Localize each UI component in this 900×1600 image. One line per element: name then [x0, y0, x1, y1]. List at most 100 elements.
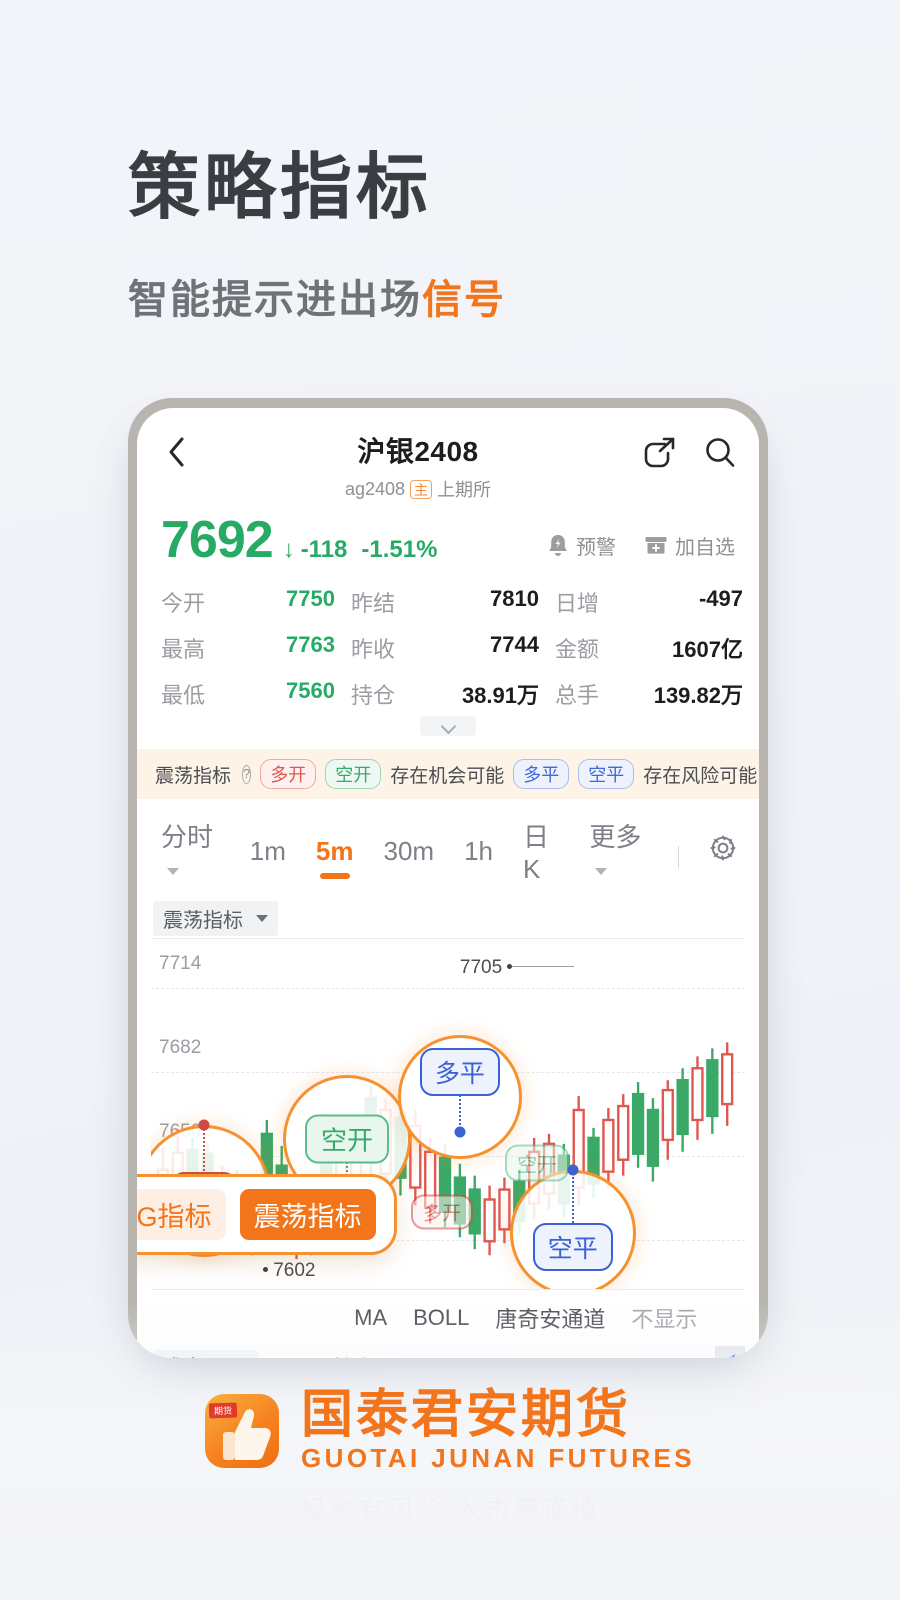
signal-connector: [571, 1170, 574, 1226]
risk-text: 存在风险可能: [643, 765, 758, 787]
instrument-code: ag2408: [344, 478, 406, 499]
quote-expand-button[interactable]: [137, 710, 759, 749]
quote-label: 昨收: [351, 637, 396, 662]
signal-open-short[interactable]: 空开: [305, 1114, 390, 1163]
indicator-none[interactable]: 不显示: [631, 1302, 697, 1334]
banner-title: 震荡指标: [155, 765, 232, 787]
add-watchlist-label: 加自选: [675, 536, 735, 559]
quote-actions: 预警 加自选: [547, 531, 735, 560]
signal-banner: 震荡指标 ? 多开 空开 存在机会可能 多平 空平 存在风险可能 ✕: [137, 749, 759, 799]
tag-close-short: 空平: [578, 759, 635, 789]
volume-selector[interactable]: 成交量: [153, 1350, 258, 1358]
instrument-meta: ag2408 主 上期所: [193, 476, 643, 502]
nav-actions: [643, 430, 737, 475]
chevron-down-icon: [420, 716, 476, 736]
bell-icon: [549, 535, 567, 556]
timeframe-tabs: 分时 1m 5m 30m 1h 日K 更多: [137, 799, 759, 897]
chart-indicator-selector[interactable]: 震荡指标: [153, 901, 278, 936]
quote-label: 最高: [161, 637, 206, 662]
tab-daily[interactable]: 日K: [523, 817, 559, 897]
quote-label: 总手: [555, 683, 600, 708]
page-title: 策略指标: [128, 148, 433, 228]
quote-value: 7763: [286, 632, 335, 657]
alert-button[interactable]: 预警: [547, 531, 616, 560]
search-button[interactable]: [703, 436, 737, 475]
chevron-down-icon: [595, 867, 608, 875]
tab-5m[interactable]: 5m: [316, 836, 354, 879]
promo-subtitle-text: 智能提示进出场: [128, 277, 422, 322]
tab-1m[interactable]: 1m: [250, 836, 286, 879]
chart-indicator-label: 震荡指标: [163, 910, 243, 932]
disclaimer-text: 投资有风险 入市需谨慎: [300, 1496, 600, 1526]
quote-value: 7750: [286, 586, 335, 611]
quote-label: 金额: [555, 637, 600, 662]
divider: [678, 846, 679, 868]
gear-icon: [710, 835, 736, 860]
last-price: 7692: [161, 511, 274, 569]
brand-name-en: GUOTAI JUNAN FUTURES: [301, 1443, 695, 1473]
quote-value: 1607亿: [672, 637, 743, 662]
quote-value: -497: [698, 586, 743, 611]
callout-chip-oscillation[interactable]: 震荡指标: [239, 1189, 376, 1240]
price-change: -118: [300, 536, 348, 563]
tab-fenshi[interactable]: 分时: [161, 817, 220, 897]
quote-grid: 今开 7750 昨结 7810 日增 -497 最高 7763 昨收 7744 …: [137, 566, 759, 710]
chart-scroll-left-button[interactable]: [715, 1346, 745, 1358]
quote-value: 7744: [490, 632, 539, 657]
brand-logo: 期货 国泰君安期货 GUOTAI JUNAN FUTURES: [0, 1385, 900, 1474]
chart-indicator-chip-row: 震荡指标: [137, 897, 759, 938]
back-button[interactable]: [159, 430, 193, 474]
chart-settings-button[interactable]: [709, 834, 737, 881]
quote-label: 昨结: [351, 591, 396, 616]
thumbs-up-app-icon: 期货: [205, 1393, 280, 1468]
search-icon: [706, 438, 735, 467]
callout-chip-cg[interactable]: CG指标: [137, 1189, 226, 1240]
tab-30m[interactable]: 30m: [383, 836, 434, 879]
add-box-icon: [645, 537, 667, 554]
alert-label: 预警: [576, 536, 616, 559]
signal-dot: [567, 1164, 579, 1176]
promo-subtitle: 智能提示进出场信号: [128, 267, 506, 325]
thumb-glyph: [223, 1409, 271, 1460]
tab-more[interactable]: 更多: [589, 817, 648, 897]
volume-header: 成交量 7457 持仓量:389087: [137, 1344, 759, 1358]
chevron-down-icon: [167, 867, 179, 875]
opportunity-text: 存在机会可能: [390, 765, 505, 787]
promo-subtitle-highlight: 信号: [422, 277, 506, 322]
chevron-down-icon: [256, 915, 268, 922]
tag-open-short: 空开: [325, 759, 382, 789]
tab-label: 更多: [589, 822, 642, 852]
phone-frame: 沪银2408 ag2408 主 上期所 7692 ↓ -118 -1.51% 预…: [128, 398, 768, 1358]
open-interest-value: 持仓量:389087: [333, 1352, 472, 1358]
share-button[interactable]: [643, 436, 677, 475]
navbar: 沪银2408 ag2408 主 上期所: [137, 408, 759, 506]
indicator-ma[interactable]: MA: [354, 1305, 387, 1331]
chevron-left-icon: [169, 437, 184, 467]
brand-text: 国泰君安期货 GUOTAI JUNAN FUTURES: [301, 1385, 695, 1474]
question-circle-icon[interactable]: ?: [242, 764, 252, 784]
signal-dot: [198, 1119, 210, 1130]
quote-value: 7810: [490, 586, 539, 611]
tag-open-long: 多开: [260, 759, 317, 789]
quote-value: 38.91万: [461, 683, 539, 708]
indicator-donchian[interactable]: 唐奇安通道: [495, 1302, 605, 1334]
phone-screen: 沪银2408 ag2408 主 上期所 7692 ↓ -118 -1.51% 预…: [137, 408, 759, 1358]
signal-close-long[interactable]: 多平: [419, 1048, 500, 1096]
tab-label: 分时: [161, 822, 214, 852]
add-watchlist-button[interactable]: 加自选: [644, 531, 735, 560]
quote-value: 139.82万: [653, 683, 743, 708]
indicator-boll[interactable]: BOLL: [413, 1305, 469, 1331]
signal-close-short[interactable]: 空平: [532, 1223, 613, 1271]
signal-open-short[interactable]: 空开: [505, 1144, 570, 1182]
main-contract-badge: 主: [410, 479, 433, 499]
instrument-title: 沪银2408: [357, 436, 479, 467]
quote-label: 持仓: [351, 683, 396, 708]
brand-name-cn: 国泰君安期货: [301, 1385, 632, 1444]
quote-value: 7560: [286, 678, 335, 703]
exchange-name: 上期所: [437, 480, 492, 500]
quote-label: 最低: [161, 683, 206, 708]
signal-dot: [454, 1126, 466, 1137]
signal-open-long[interactable]: 多开: [411, 1194, 474, 1230]
share-icon: [644, 437, 675, 468]
tab-1h[interactable]: 1h: [464, 836, 493, 879]
